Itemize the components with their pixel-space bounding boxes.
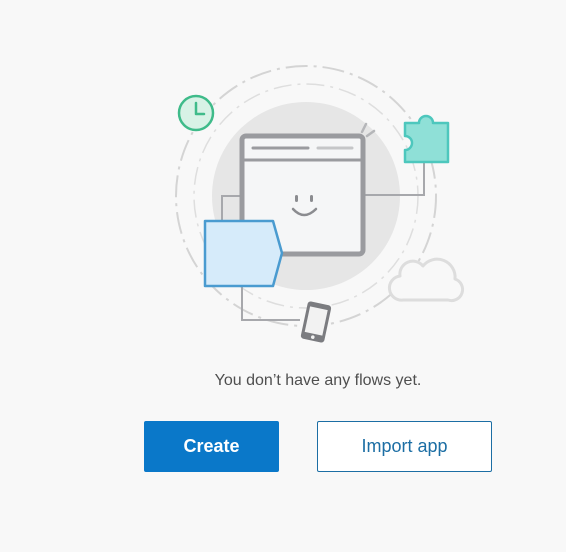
empty-state-illustration	[175, 65, 465, 343]
phone-icon	[300, 301, 332, 343]
puzzle-piece-icon	[403, 114, 450, 164]
import-app-button[interactable]: Import app	[317, 421, 492, 472]
connector-to-phone	[241, 287, 300, 321]
empty-state-message: You don’t have any flows yet.	[214, 372, 422, 389]
folder-icon	[203, 219, 284, 288]
clock-icon	[177, 94, 215, 132]
empty-flows-page: You don’t have any flows yet. Create Imp…	[0, 0, 566, 552]
create-button[interactable]: Create	[144, 421, 279, 472]
cloud-icon	[387, 257, 465, 303]
